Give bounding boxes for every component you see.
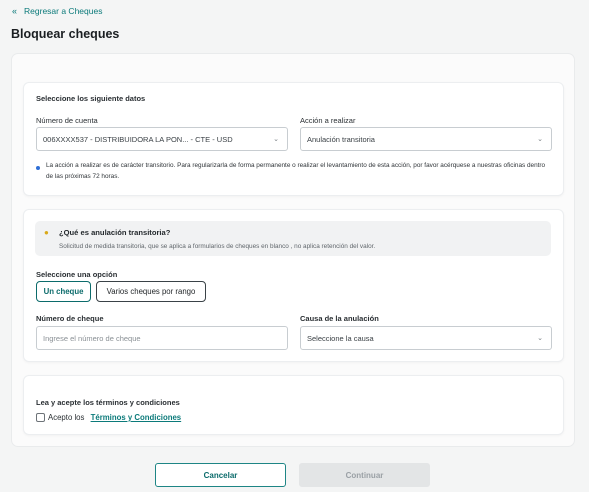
page-title: Bloquear cheques (11, 27, 120, 41)
cause-value: Seleccione la causa (307, 333, 374, 343)
check-number-placeholder: Ingrese el número de cheque (43, 333, 141, 343)
info-description: Solicitud de medida transitoria, que se … (59, 243, 376, 250)
chevron-down-icon: ⌄ (273, 136, 279, 143)
cause-label: Causa de la anulación (300, 314, 379, 323)
check-number-label: Número de cheque (36, 314, 104, 323)
accept-terms-text: Acepto los Términos y Condiciones (48, 413, 181, 422)
info-title: ¿Qué es anulación transitoria? (59, 228, 171, 237)
terms-link[interactable]: Términos y Condiciones (91, 413, 182, 422)
option-label: Seleccione una opción (36, 270, 118, 279)
terms-card: Lea y acepte los términos y condiciones … (23, 375, 564, 435)
dot-icon (36, 166, 40, 170)
double-chevron-left-icon: « (12, 5, 18, 16)
accept-terms-checkbox[interactable] (36, 413, 45, 422)
main-panel: Seleccione los siguiente datos Número de… (11, 53, 575, 447)
back-link-label: Regresar a Cheques (24, 6, 103, 16)
action-label: Acción a realizar (300, 116, 356, 125)
account-section-heading: Seleccione los siguiente datos (36, 94, 146, 103)
account-number-value: 006XXXX537 - DISTRIBUIDORA LA PON... - C… (43, 134, 233, 144)
option-single-check-button[interactable]: Un cheque (36, 281, 91, 302)
action-select[interactable]: Anulación transitoria ⌄ (300, 127, 552, 151)
cause-select[interactable]: Seleccione la causa ⌄ (300, 326, 552, 350)
option-range-checks-button[interactable]: Varios cheques por rango (96, 281, 206, 302)
options-card: ● ¿Qué es anulación transitoria? Solicit… (23, 209, 564, 362)
account-number-label: Número de cuenta (36, 116, 98, 125)
terms-heading: Lea y acepte los términos y condiciones (36, 398, 180, 407)
transitory-note: La acción a realizar es de carácter tran… (46, 162, 546, 180)
chevron-down-icon: ⌄ (537, 136, 543, 143)
lightbulb-icon: ● (44, 228, 49, 237)
chevron-down-icon: ⌄ (537, 335, 543, 342)
account-card: Seleccione los siguiente datos Número de… (23, 82, 564, 196)
info-box: ● ¿Qué es anulación transitoria? Solicit… (35, 221, 551, 256)
accept-terms-prefix: Acepto los (48, 413, 85, 422)
action-value: Anulación transitoria (307, 134, 375, 144)
back-link[interactable]: « Regresar a Cheques (12, 6, 102, 16)
continue-button[interactable]: Continuar (299, 463, 430, 487)
check-number-input[interactable]: Ingrese el número de cheque (36, 326, 288, 350)
account-number-select[interactable]: 006XXXX537 - DISTRIBUIDORA LA PON... - C… (36, 127, 288, 151)
cancel-button[interactable]: Cancelar (155, 463, 286, 487)
